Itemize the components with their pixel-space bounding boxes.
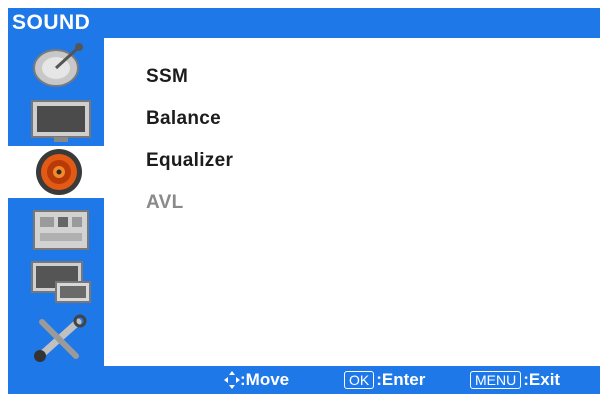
menu-item-ssm[interactable]: SSM [146,66,188,88]
picture-monitor-icon [31,100,91,142]
footer-hints: :Move OK :Enter MENU :Exit [8,366,600,394]
speaker-icon [36,149,82,195]
satellite-dish-icon [33,43,83,87]
sidebar-item-tools[interactable] [18,312,104,364]
sidebar-item-setup[interactable] [18,256,104,308]
sidebar-item-sound[interactable] [8,146,104,198]
menu-key: MENU [470,371,522,389]
menu-item-balance[interactable]: Balance [146,108,221,130]
sidebar-item-picture[interactable] [18,94,104,146]
sidebar-item-channel[interactable] [18,40,104,92]
exit-hint: MENU :Exit [470,370,560,390]
sound-menu: SSM Balance Equalizer AVL [104,38,600,366]
category-sidebar [8,38,104,366]
enter-label: :Enter [376,370,426,389]
osd-header: SOUND [8,8,600,38]
move-hint: :Move [224,370,289,390]
move-label: :Move [240,370,290,389]
menu-item-equalizer[interactable]: Equalizer [146,150,233,172]
enter-hint: OK :Enter [344,370,425,390]
settings-panel-icon [33,210,89,250]
screen-setup-icon [31,261,91,303]
sidebar-item-features[interactable] [18,204,104,256]
page-title: SOUND [12,11,91,34]
tools-icon [34,314,87,362]
exit-label: :Exit [523,370,561,389]
menu-item-avl: AVL [146,192,184,213]
ok-key: OK [344,371,375,389]
dpad-arrows-icon [224,371,240,389]
